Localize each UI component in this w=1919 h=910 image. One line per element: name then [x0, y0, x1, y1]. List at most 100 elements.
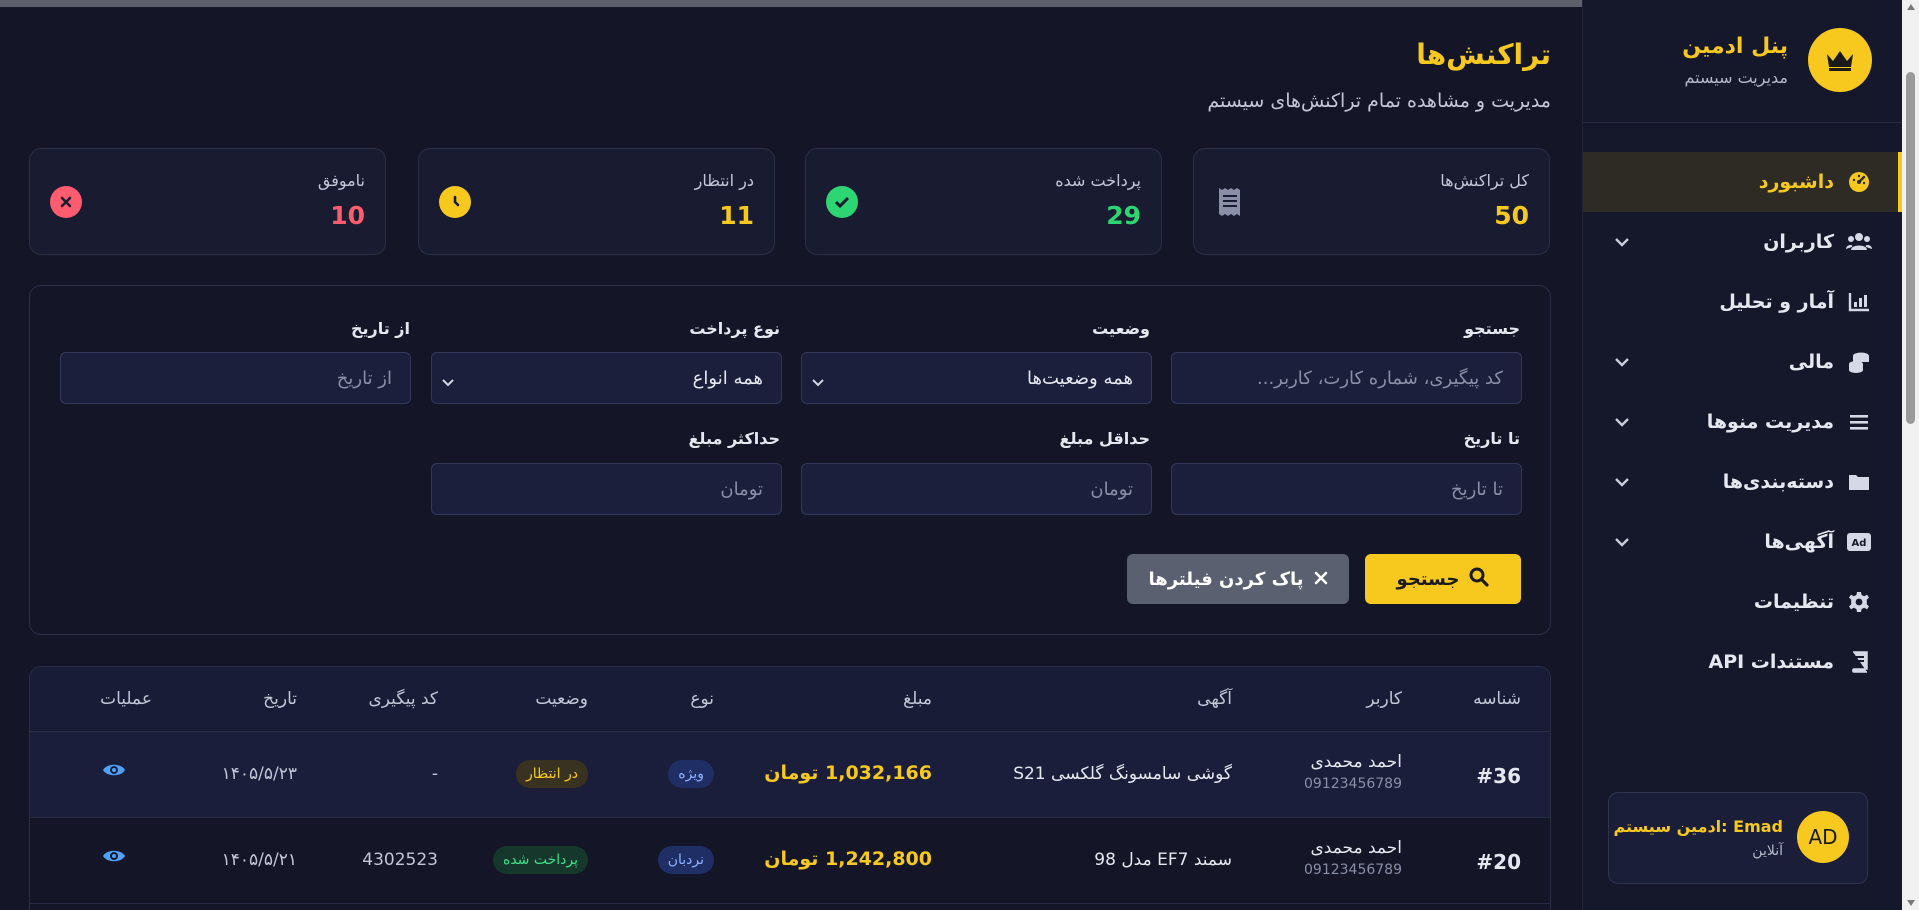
current-user-card[interactable]: AD ادمین سیستم: Emad آنلاین [1608, 792, 1868, 884]
page-subtitle: مدیریت و مشاهده تمام تراکنش‌های سیستم [1207, 90, 1551, 112]
column-header-user: کاربر [1366, 689, 1402, 709]
column-header-ad: آگهی [1197, 689, 1232, 709]
users-icon [1846, 229, 1872, 255]
close-icon [1314, 569, 1328, 590]
column-header-date: تاریخ [263, 689, 297, 709]
type-badge: ویژه [668, 760, 714, 788]
sidebar-item-dashboard[interactable]: داشبورد [1583, 152, 1902, 212]
user-phone: 09123456789 [1304, 862, 1402, 878]
book-icon [1846, 649, 1872, 675]
search-button[interactable]: جستجو [1365, 554, 1521, 604]
table-row[interactable]: #20 احمد محمدی 09123456789 سمند EF7 مدل … [30, 818, 1550, 904]
chevron-down-icon[interactable] [1611, 351, 1633, 373]
stat-value: 29 [1106, 201, 1141, 230]
transactions-table: شناسه کاربر آگهی مبلغ نوع وضعیت کد پیگیر… [29, 666, 1551, 910]
stat-value: 50 [1494, 201, 1529, 230]
table-header: شناسه کاربر آگهی مبلغ نوع وضعیت کد پیگیر… [30, 667, 1550, 732]
sidebar-item-label: داشبورد [1758, 171, 1834, 193]
column-header-type: نوع [690, 689, 714, 709]
status-badge: در انتظار [516, 760, 588, 788]
coins-icon [1846, 349, 1872, 375]
sidebar-item-label: دسته‌بندی‌ها [1722, 471, 1834, 493]
sidebar: پنل ادمین مدیریت سیستم داشبورد کاربران آ… [1582, 0, 1902, 910]
status-select-value: همه وضعیت‌ها [1026, 367, 1133, 389]
page-title: تراکنش‌ها [1416, 38, 1551, 71]
transaction-id: #20 [1476, 850, 1521, 874]
gear-icon [1846, 589, 1872, 615]
transaction-date: ۱۴۰۵/۵/۲۳ [221, 764, 297, 784]
sidebar-item-label: تنظیمات [1753, 591, 1834, 613]
min-amount-input[interactable]: تومان [801, 463, 1152, 515]
sidebar-item-finance[interactable]: مالی [1583, 332, 1902, 392]
x-circle-icon [50, 186, 82, 218]
search-input[interactable]: کد پیگیری، شماره کارت، کاربر... [1171, 352, 1522, 404]
page-scrollbar[interactable] [1902, 0, 1919, 910]
chart-icon [1846, 289, 1872, 315]
status-badge: پرداخت شده [492, 846, 588, 874]
stat-card-paid: پرداخت شده 29 [805, 148, 1162, 255]
ad-title: گوشی سامسونگ گلکسی S21 [1013, 764, 1232, 784]
search-button-label: جستجو [1396, 568, 1460, 590]
transaction-date: ۱۴۰۵/۵/۲۱ [221, 850, 297, 870]
status-label: وضعیت [1092, 319, 1150, 338]
sidebar-item-label: مالی [1788, 351, 1834, 373]
payment-type-select[interactable]: همه انواع [431, 352, 782, 404]
eye-icon[interactable] [102, 848, 126, 868]
sidebar-item-categories[interactable]: دسته‌بندی‌ها [1583, 452, 1902, 512]
max-amount-input[interactable]: تومان [431, 463, 782, 515]
sidebar-menu: داشبورد کاربران آمار و تحلیل مالی مدیریت… [1583, 152, 1902, 692]
amount: 1,242,800 تومان [764, 848, 932, 870]
sidebar-item-users[interactable]: کاربران [1583, 212, 1902, 272]
from-date-input[interactable]: از تاریخ [60, 352, 411, 404]
clock-icon [439, 186, 471, 218]
sidebar-item-label: آمار و تحلیل [1719, 291, 1834, 313]
scroll-down-arrow[interactable] [1907, 900, 1915, 906]
column-header-id: شناسه [1473, 689, 1521, 709]
sidebar-item-label: مدیریت منوها [1706, 411, 1834, 433]
user-cell: احمد محمدی 09123456789 [1304, 838, 1402, 878]
chevron-down-icon[interactable] [1611, 471, 1633, 493]
type-badge: نردبان [657, 846, 714, 874]
clear-filters-label: پاک کردن فیلترها [1148, 568, 1304, 590]
column-header-tracking: کد پیگیری [368, 689, 439, 709]
search-icon [1469, 567, 1490, 592]
stat-card-pending: در انتظار 11 [418, 148, 775, 255]
stat-value: 10 [330, 201, 365, 230]
user-cell: احمد محمدی 09123456789 [1304, 752, 1402, 792]
max-amount-label: حداکثر مبلغ [688, 429, 780, 448]
chevron-down-icon [442, 371, 454, 392]
stat-value: 11 [719, 201, 754, 230]
chevron-down-icon[interactable] [1611, 231, 1633, 253]
tracking-code: - [431, 764, 438, 784]
check-circle-icon [826, 186, 858, 218]
sidebar-item-settings[interactable]: تنظیمات [1583, 572, 1902, 632]
sidebar-item-analytics[interactable]: آمار و تحلیل [1583, 272, 1902, 332]
sidebar-item-api-docs[interactable]: مستندات API [1583, 632, 1902, 692]
user-name: احمد محمدی [1310, 838, 1402, 858]
chevron-down-icon[interactable] [1611, 531, 1633, 553]
eye-icon[interactable] [102, 762, 126, 782]
sidebar-item-ads[interactable]: Ad آگهی‌ها [1583, 512, 1902, 572]
status-select[interactable]: همه وضعیت‌ها [801, 352, 1152, 404]
brand-subtitle: مدیریت سیستم [1684, 68, 1788, 87]
to-date-input[interactable]: تا تاریخ [1171, 463, 1522, 515]
sidebar-item-label: آگهی‌ها [1764, 531, 1834, 553]
sidebar-item-menus[interactable]: مدیریت منوها [1583, 392, 1902, 452]
brand[interactable]: پنل ادمین مدیریت سیستم [1612, 28, 1872, 94]
crown-icon [1808, 28, 1872, 92]
brand-title: پنل ادمین [1682, 34, 1788, 59]
scroll-up-arrow[interactable] [1907, 4, 1915, 10]
stat-card-total: کل تراکنش‌ها 50 [1193, 148, 1550, 255]
table-row[interactable]: #36 احمد محمدی 09123456789 گوشی سامسونگ … [30, 732, 1550, 818]
column-header-status: وضعیت [535, 689, 588, 709]
avatar: AD [1797, 811, 1849, 863]
clear-filters-button[interactable]: پاک کردن فیلترها [1127, 554, 1349, 604]
max-amount-placeholder: تومان [720, 478, 763, 500]
min-amount-placeholder: تومان [1090, 478, 1133, 500]
to-date-label: تا تاریخ [1463, 429, 1520, 448]
folder-icon [1846, 469, 1872, 495]
divider [1583, 122, 1902, 123]
search-placeholder: کد پیگیری، شماره کارت، کاربر... [1257, 367, 1503, 389]
chevron-down-icon[interactable] [1611, 411, 1633, 433]
scrollbar-thumb[interactable] [1906, 72, 1915, 424]
